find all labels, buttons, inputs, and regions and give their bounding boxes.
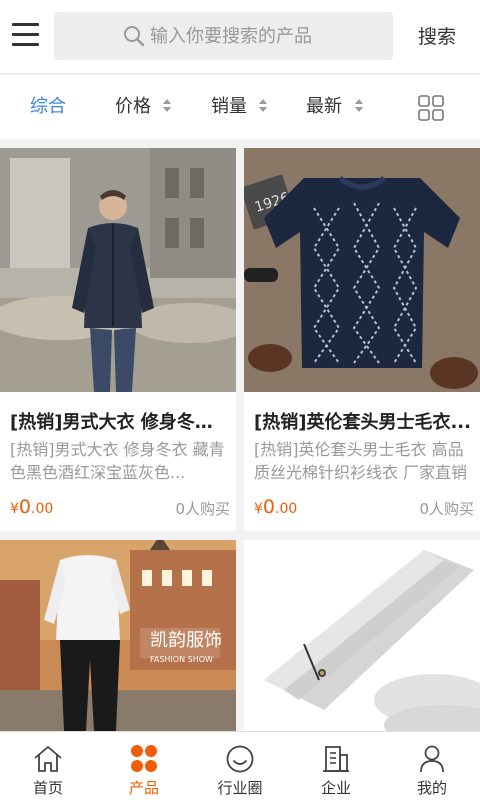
product-image-shirt-trousers: 凯韵服饰 FASHION SHOW xyxy=(0,540,236,731)
menu-icon[interactable] xyxy=(12,22,40,48)
product-image-jacket xyxy=(0,148,236,392)
product-card[interactable]: 1926 [热销]英伦套头男士毛衣... [热销]英伦套头男士毛衣 高品质丝光棉… xyxy=(244,148,480,531)
nav-mine-label: 我的 xyxy=(416,779,447,797)
sort-price[interactable]: 价格 xyxy=(115,75,151,139)
product-image-trousers xyxy=(244,540,480,731)
grid-view-icon[interactable] xyxy=(418,95,444,121)
brand-banner-text: 凯韵服饰 xyxy=(150,630,222,651)
sort-newest[interactable]: 最新 xyxy=(306,75,342,139)
product-image-sweater: 1926 xyxy=(244,148,480,392)
search-icon xyxy=(124,26,145,47)
sort-sales-arrows-icon xyxy=(259,99,269,115)
nav-home-label: 首页 xyxy=(32,779,63,797)
product-sold-count: 0人购买 xyxy=(419,500,474,518)
product-card[interactable] xyxy=(244,540,480,731)
product-description: [热销]英伦套头男士毛衣 高品质丝光棉针织衫线衣 厂家直销 xyxy=(254,440,468,482)
nav-home[interactable]: 首页 xyxy=(0,732,96,800)
nav-mine[interactable]: 我的 xyxy=(384,732,480,800)
nav-industry-label: 行业圈 xyxy=(217,779,263,797)
nav-products[interactable]: 产品 xyxy=(96,732,192,800)
search-button[interactable]: 搜索 xyxy=(405,22,469,52)
header: 搜索 xyxy=(0,0,480,74)
search-bar[interactable] xyxy=(54,12,393,60)
product-title: [热销]男式大衣 修身冬季... xyxy=(10,412,228,433)
sort-comprehensive[interactable]: 综合 xyxy=(30,75,66,139)
smile-icon xyxy=(226,745,254,773)
product-title: [热销]英伦套头男士毛衣... xyxy=(254,412,471,433)
brand-banner-subtext: FASHION SHOW xyxy=(150,655,213,664)
search-input[interactable] xyxy=(150,25,325,47)
sort-price-arrows-icon xyxy=(163,99,173,115)
product-card[interactable]: 凯韵服饰 FASHION SHOW xyxy=(0,540,236,731)
product-price: ¥0.00 xyxy=(10,496,54,518)
product-description: [热销]男式大衣 修身冬衣 藏青色黑色酒红深宝蓝灰色... xyxy=(10,440,225,482)
sort-bar: 综合 价格 销量 最新 xyxy=(0,75,480,139)
nav-company[interactable]: 企业 xyxy=(288,732,384,800)
building-icon xyxy=(323,746,349,772)
product-price: ¥0.00 xyxy=(254,496,298,518)
sort-sales[interactable]: 销量 xyxy=(211,75,247,139)
product-card[interactable]: [热销]男式大衣 修身冬季... [热销]男式大衣 修身冬衣 藏青色黑色酒红深宝… xyxy=(0,148,236,531)
nav-products-label: 产品 xyxy=(128,779,159,797)
home-icon xyxy=(34,746,62,772)
bottom-navigation: 首页 产品 行业圈 企业 我的 xyxy=(0,731,480,800)
sort-newest-arrows-icon xyxy=(355,99,365,115)
nav-company-label: 企业 xyxy=(320,779,351,797)
products-icon xyxy=(131,745,157,772)
product-sold-count: 0人购买 xyxy=(175,500,230,518)
nav-industry[interactable]: 行业圈 xyxy=(192,732,288,800)
user-icon xyxy=(420,745,444,773)
